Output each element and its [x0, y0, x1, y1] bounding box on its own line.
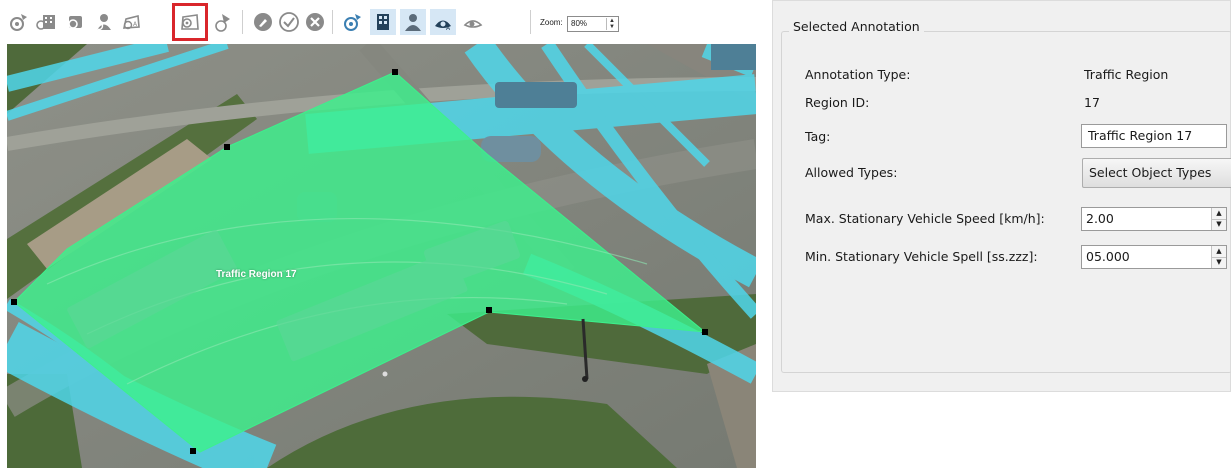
region-vertex-handle[interactable] [224, 144, 230, 150]
allowed-types-label: Allowed Types: [805, 165, 898, 180]
aerial-image [7, 44, 756, 468]
max-speed-label: Max. Stationary Vehicle Speed [km/h]: [805, 211, 1045, 226]
zoom-stepper-icon[interactable]: ▲ ▼ [606, 18, 617, 30]
add-building-tool-icon[interactable] [34, 9, 60, 35]
add-person-tool-icon[interactable] [90, 9, 116, 35]
min-spell-value: 05.000 [1086, 249, 1130, 264]
min-spell-stepper[interactable]: ▲ ▼ [1211, 246, 1226, 268]
max-speed-value: 2.00 [1086, 211, 1114, 226]
region-id-label: Region ID: [805, 95, 870, 110]
annotation-canvas[interactable]: Traffic Region 17 [7, 44, 756, 468]
add-traffic-region-tool-icon[interactable]: A [118, 9, 144, 35]
cancel-tool-icon[interactable] [302, 9, 328, 35]
max-speed-spinbox[interactable]: 2.00 ▲ ▼ [1081, 207, 1227, 231]
annotation-type-value: Traffic Region [1084, 67, 1169, 82]
view-lines-icon[interactable] [460, 9, 486, 35]
toolbar-separator [530, 10, 531, 34]
tag-label: Tag: [805, 129, 831, 144]
view-persons-icon[interactable] [400, 9, 426, 35]
region-vertex-handle[interactable] [190, 448, 196, 454]
tag-input[interactable]: Traffic Region 17 [1081, 124, 1227, 148]
toolbar: A A Zoom: 80% ▲ ▼ [0, 0, 756, 44]
zoom-value: 80% [571, 19, 588, 28]
toolbar-separator [242, 10, 243, 34]
view-regions-icon[interactable]: A [430, 9, 456, 35]
region-vertex-handle[interactable] [392, 69, 398, 75]
region-id-value: 17 [1084, 95, 1100, 110]
zoom-spinbox[interactable]: 80% ▲ ▼ [567, 16, 619, 32]
view-pointer-icon[interactable] [340, 9, 366, 35]
zoom-label: Zoom: [540, 18, 563, 27]
view-buildings-icon[interactable] [370, 9, 396, 35]
add-line-tool-icon[interactable] [210, 9, 236, 35]
pointer-tool-icon[interactable] [6, 9, 32, 35]
decrement-arrow-icon[interactable]: ▼ [1212, 219, 1226, 230]
region-vertex-handle[interactable] [486, 307, 492, 313]
add-region-point-tool-icon[interactable] [172, 3, 208, 41]
select-object-types-button[interactable]: Select Object Types [1082, 158, 1231, 188]
group-title: Selected Annotation [789, 19, 924, 34]
min-spell-spinbox[interactable]: 05.000 ▲ ▼ [1081, 245, 1227, 269]
edit-tool-icon[interactable] [250, 9, 276, 35]
region-vertex-handle[interactable] [11, 299, 17, 305]
add-car-tool-icon[interactable] [62, 9, 88, 35]
toolbar-separator [332, 10, 333, 34]
min-spell-label: Min. Stationary Vehicle Spell [ss.zzz]: [805, 249, 1038, 264]
decrement-arrow-icon[interactable]: ▼ [1212, 257, 1226, 268]
annotation-type-label: Annotation Type: [805, 67, 911, 82]
accept-tool-icon[interactable] [276, 9, 302, 35]
max-speed-stepper[interactable]: ▲ ▼ [1211, 208, 1226, 230]
region-vertex-handle[interactable] [702, 329, 708, 335]
selected-annotation-group [781, 31, 1231, 373]
traffic-region-label: Traffic Region 17 [216, 269, 297, 280]
annotation-properties-panel: Selected Annotation Annotation Type: Tra… [772, 0, 1231, 392]
